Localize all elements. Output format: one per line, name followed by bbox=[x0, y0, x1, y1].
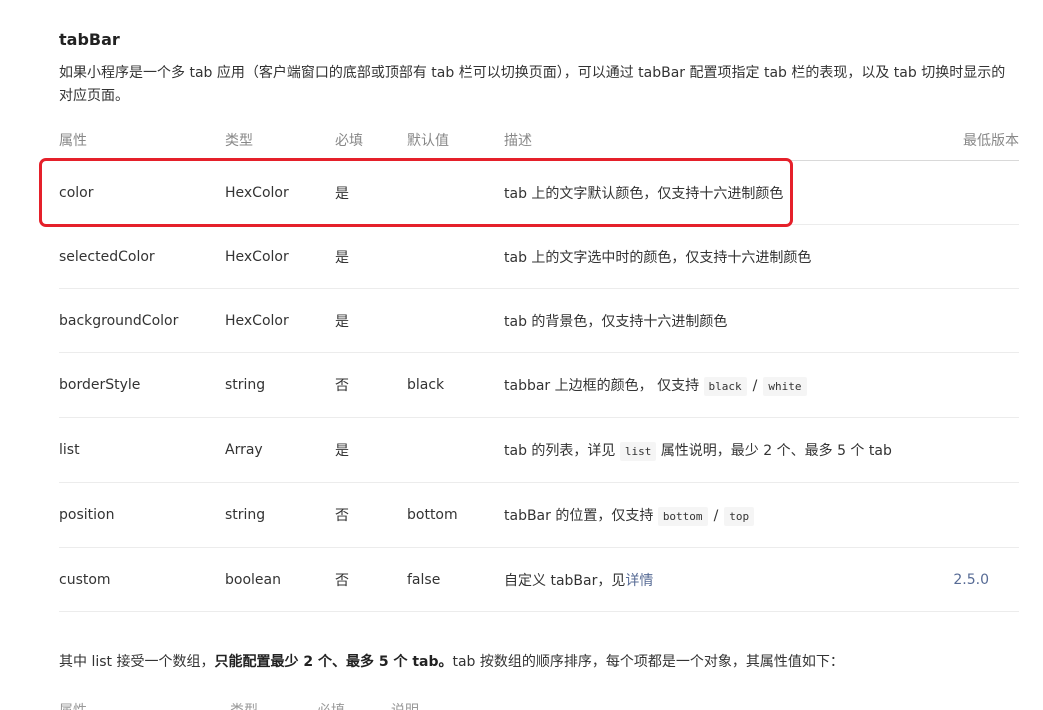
cell-type: string bbox=[225, 352, 335, 418]
header-version: 最低版本 bbox=[904, 120, 1019, 161]
cell-default bbox=[407, 288, 504, 353]
code-white: white bbox=[763, 377, 807, 396]
table-row: position string 否 bottom tabBar 的位置，仅支持 … bbox=[59, 482, 1019, 548]
cell-version: 2.5.0 bbox=[904, 547, 1019, 612]
list-note-pre: 其中 list 接受一个数组， bbox=[59, 654, 215, 670]
cell-version bbox=[904, 160, 1019, 225]
desc-text: 自定义 tabBar，见 bbox=[504, 572, 626, 589]
cell-prop: position bbox=[59, 482, 225, 548]
cell-default bbox=[407, 417, 504, 483]
cell-prop: selectedColor bbox=[59, 224, 225, 289]
subheader-desc: 说明 bbox=[391, 700, 419, 710]
section-title: tabBar bbox=[59, 30, 120, 49]
cell-desc: tab 的背景色，仅支持十六进制颜色 bbox=[504, 288, 904, 353]
cell-default: false bbox=[407, 547, 504, 612]
cell-version bbox=[904, 224, 1019, 289]
code-list: list bbox=[619, 442, 657, 461]
cell-version bbox=[904, 482, 1019, 548]
cell-desc: tab 上的文字默认颜色，仅支持十六进制颜色 bbox=[504, 160, 904, 225]
separator: / bbox=[713, 508, 719, 524]
cell-version bbox=[904, 352, 1019, 418]
code-top: top bbox=[724, 507, 755, 526]
cell-default: black bbox=[407, 352, 504, 418]
header-required: 必填 bbox=[335, 120, 407, 161]
cell-type: boolean bbox=[225, 547, 335, 612]
cell-prop: custom bbox=[59, 547, 225, 612]
cell-type: HexColor bbox=[225, 288, 335, 353]
cell-required: 否 bbox=[335, 482, 407, 548]
details-link[interactable]: 详情 bbox=[625, 573, 653, 589]
table-row: borderStyle string 否 black tabbar 上边框的颜色… bbox=[59, 352, 1019, 418]
section-intro: 如果小程序是一个多 tab 应用（客户端窗口的底部或顶部有 tab 栏可以切换页… bbox=[59, 65, 1006, 104]
cell-default bbox=[407, 160, 504, 225]
properties-table: 属性 类型 必填 默认值 描述 最低版本 color HexColor 是 ta… bbox=[59, 120, 1019, 612]
cell-prop: borderStyle bbox=[59, 352, 225, 418]
subheader-required: 必填 bbox=[317, 700, 345, 710]
header-default: 默认值 bbox=[407, 120, 504, 161]
subheader-type: 类型 bbox=[230, 700, 258, 710]
header-type: 类型 bbox=[225, 120, 335, 161]
cell-required: 是 bbox=[335, 224, 407, 289]
cell-required: 是 bbox=[335, 160, 407, 225]
cell-prop: list bbox=[59, 417, 225, 483]
code-bottom: bottom bbox=[657, 507, 708, 526]
header-prop: 属性 bbox=[59, 120, 225, 161]
table-row: selectedColor HexColor 是 tab 上的文字选中时的颜色，… bbox=[59, 224, 1019, 289]
code-black: black bbox=[703, 377, 747, 396]
cell-required: 否 bbox=[335, 547, 407, 612]
cell-required: 否 bbox=[335, 352, 407, 418]
cell-type: HexColor bbox=[225, 160, 335, 225]
list-note-bold: 只能配置最少 2 个、最多 5 个 tab。 bbox=[214, 654, 453, 670]
cell-version bbox=[904, 417, 1019, 483]
cell-prop: color bbox=[59, 160, 225, 225]
desc-text: tabbar 上边框的颜色， 仅支持 bbox=[504, 378, 700, 394]
cell-type: HexColor bbox=[225, 224, 335, 289]
cell-type: Array bbox=[225, 417, 335, 483]
cell-required: 是 bbox=[335, 417, 407, 483]
cell-desc: tab 的列表，详见 list 属性说明，最少 2 个、最多 5 个 tab bbox=[504, 417, 904, 483]
cell-required: 是 bbox=[335, 288, 407, 353]
list-note: 其中 list 接受一个数组，只能配置最少 2 个、最多 5 个 tab。tab… bbox=[59, 651, 844, 673]
separator: / bbox=[752, 378, 758, 394]
subtable-header-row: 属性 类型 必填 说明 bbox=[59, 698, 1019, 710]
table-row: color HexColor 是 tab 上的文字默认颜色，仅支持十六进制颜色 bbox=[59, 160, 1019, 225]
table-row: custom boolean 否 false 自定义 tabBar，见详情 2.… bbox=[59, 547, 1019, 612]
desc-text: tabBar 的位置，仅支持 bbox=[504, 508, 654, 524]
table-header-row: 属性 类型 必填 默认值 描述 最低版本 bbox=[59, 120, 1019, 161]
cell-desc: 自定义 tabBar，见详情 bbox=[504, 547, 904, 612]
header-desc: 描述 bbox=[504, 120, 904, 161]
desc-text: tab 的列表，详见 bbox=[504, 443, 616, 459]
table-row: backgroundColor HexColor 是 tab 的背景色，仅支持十… bbox=[59, 288, 1019, 353]
cell-desc: tabbar 上边框的颜色， 仅支持 black / white bbox=[504, 352, 904, 418]
desc-text-post: 属性说明，最少 2 个、最多 5 个 tab bbox=[660, 443, 892, 459]
list-note-post: tab 按数组的顺序排序，每个项都是一个对象，其属性值如下： bbox=[452, 654, 844, 670]
cell-default bbox=[407, 224, 504, 289]
cell-desc: tab 上的文字选中时的颜色，仅支持十六进制颜色 bbox=[504, 224, 904, 289]
cell-desc: tabBar 的位置，仅支持 bottom / top bbox=[504, 482, 904, 548]
table-row: list Array 是 tab 的列表，详见 list 属性说明，最少 2 个… bbox=[59, 417, 1019, 483]
cell-prop: backgroundColor bbox=[59, 288, 225, 353]
subheader-prop: 属性 bbox=[59, 700, 87, 710]
cell-default: bottom bbox=[407, 482, 504, 548]
cell-type: string bbox=[225, 482, 335, 548]
cell-version bbox=[904, 288, 1019, 353]
